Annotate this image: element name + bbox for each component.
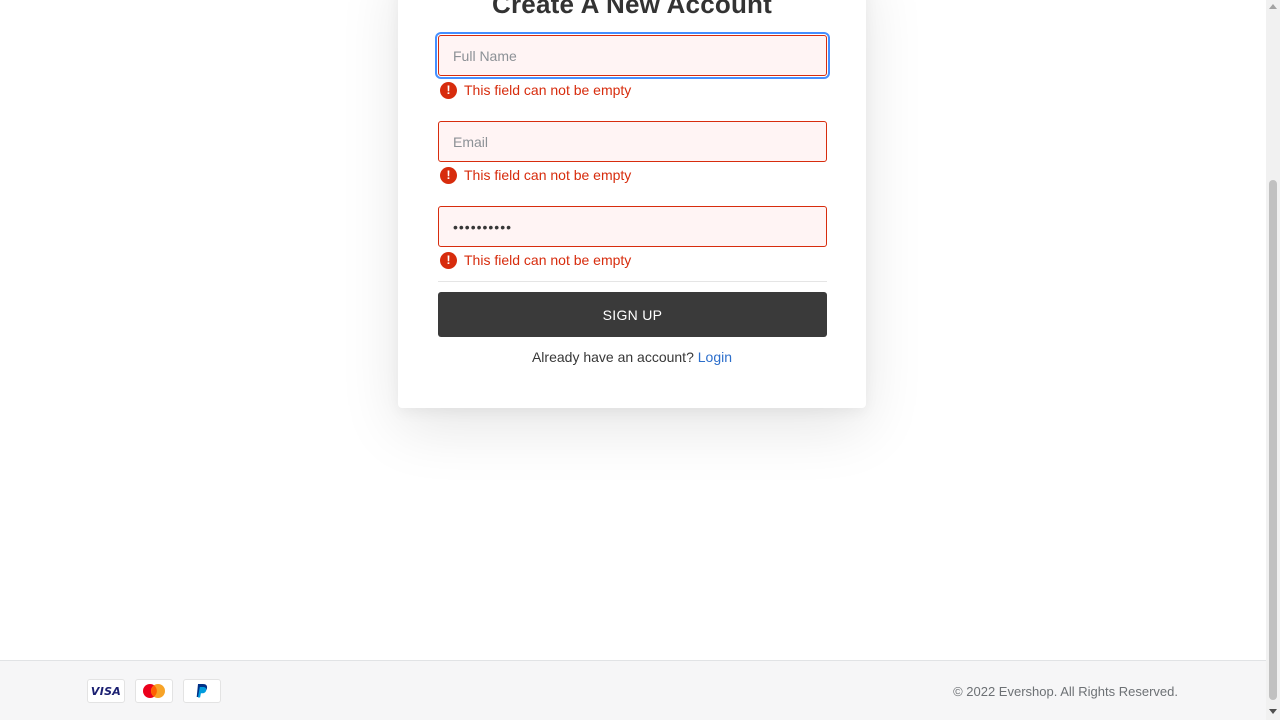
footer: VISA © 2022 Evershop. All Rights Reserve… bbox=[0, 660, 1266, 720]
login-prompt: Already have an account? Login bbox=[398, 349, 866, 365]
password-input[interactable] bbox=[438, 206, 827, 247]
error-message: This field can not be empty bbox=[464, 252, 632, 268]
full-name-error: ! This field can not be empty bbox=[440, 81, 631, 99]
error-icon: ! bbox=[440, 81, 457, 99]
divider bbox=[438, 281, 827, 282]
visa-logo-text: VISA bbox=[90, 684, 122, 698]
scrollbar-thumb[interactable] bbox=[1269, 180, 1277, 700]
copyright-text: © 2022 Evershop. All Rights Reserved. bbox=[953, 684, 1178, 699]
full-name-input[interactable] bbox=[438, 35, 827, 76]
vertical-scrollbar[interactable] bbox=[1266, 0, 1280, 720]
error-message: This field can not be empty bbox=[464, 167, 632, 183]
email-error: ! This field can not be empty bbox=[440, 166, 631, 184]
signup-card: Create A New Account ! This field can no… bbox=[398, 0, 866, 408]
email-input[interactable] bbox=[438, 121, 827, 162]
sign-up-button[interactable]: SIGN UP bbox=[438, 292, 827, 337]
page-title: Create A New Account bbox=[492, 0, 772, 19]
scroll-down-arrow-icon[interactable] bbox=[1269, 709, 1277, 714]
error-icon: ! bbox=[440, 251, 457, 269]
paypal-logo bbox=[196, 684, 208, 698]
visa-icon: VISA bbox=[87, 679, 125, 703]
page: Create A New Account ! This field can no… bbox=[0, 0, 1266, 720]
mastercard-logo bbox=[143, 684, 165, 698]
paypal-icon bbox=[183, 679, 221, 703]
login-prompt-text: Already have an account? bbox=[531, 349, 694, 365]
mastercard-icon bbox=[135, 679, 173, 703]
scroll-up-arrow-icon[interactable] bbox=[1269, 4, 1277, 9]
error-icon: ! bbox=[440, 166, 457, 184]
login-link[interactable]: Login bbox=[698, 349, 732, 365]
password-error: ! This field can not be empty bbox=[440, 251, 631, 269]
error-message: This field can not be empty bbox=[464, 82, 632, 98]
